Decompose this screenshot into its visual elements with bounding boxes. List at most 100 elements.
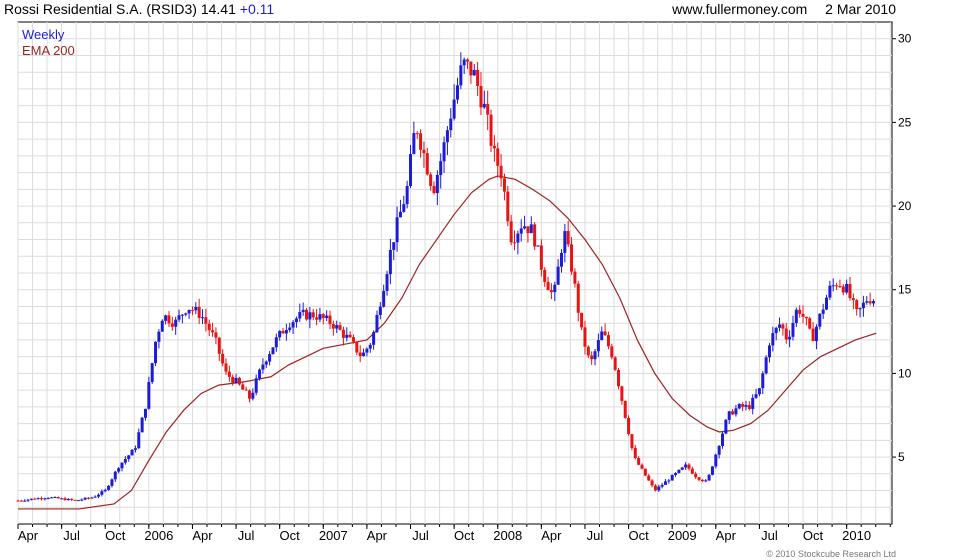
candle-body: [455, 85, 459, 100]
y-tick-label: 10: [898, 366, 912, 380]
x-tick-label: Apr: [367, 528, 388, 543]
candle-body: [375, 314, 379, 333]
candle-body: [237, 377, 241, 385]
candle-body: [261, 364, 265, 370]
candle-body: [660, 484, 664, 487]
candle-body: [247, 390, 251, 399]
candle-body: [143, 408, 147, 418]
legend-ema: EMA 200: [22, 43, 75, 58]
candle-body: [409, 154, 413, 187]
ema-200-line: [18, 175, 877, 510]
candle-body: [325, 315, 329, 319]
candle-body: [573, 271, 577, 284]
candle-body: [831, 285, 835, 287]
candle-body: [794, 309, 798, 323]
candle-body: [16, 500, 20, 502]
candle-body: [73, 499, 77, 501]
candle-body: [53, 497, 57, 499]
candle-body: [529, 224, 533, 234]
candle-body: [479, 85, 483, 108]
candle-body: [341, 329, 345, 338]
price-chart: 5 10 15 20 25 30 Apr Jul Oct 2006 Apr Jul Oct 2007 Apr…: [16, 21, 912, 543]
candle-body: [80, 499, 84, 501]
candle-body: [425, 153, 429, 175]
candle-body: [620, 386, 624, 401]
candle-body: [382, 290, 386, 307]
candle-body: [724, 419, 728, 434]
candle-body: [754, 394, 758, 398]
x-tick-label: Oct: [454, 528, 475, 543]
candle-body: [871, 301, 875, 304]
candle-body: [452, 99, 456, 119]
candle-body: [717, 445, 721, 455]
candle-body: [600, 331, 604, 341]
candle-body: [613, 357, 617, 370]
candle-body: [841, 286, 845, 293]
candle-body: [90, 497, 94, 499]
candle-body: [694, 473, 698, 478]
candle-body: [482, 103, 486, 108]
candle-body: [761, 373, 765, 389]
candle-body: [214, 332, 218, 338]
candle-body: [123, 459, 127, 463]
candle-body: [734, 408, 738, 415]
candle-body: [845, 283, 849, 293]
candle-body: [264, 361, 268, 365]
candle-body: [704, 480, 708, 482]
candle-body: [362, 352, 366, 357]
candle-body: [274, 337, 278, 348]
candle-body: [402, 204, 406, 212]
candle-body: [791, 322, 795, 337]
candle-body: [855, 300, 859, 310]
candle-body: [251, 392, 255, 399]
candle-body: [43, 498, 47, 500]
candle-body: [358, 352, 362, 357]
y-tick-label: 25: [898, 115, 912, 129]
candle-body: [814, 326, 818, 342]
candle-body: [633, 448, 637, 459]
candle-body: [476, 69, 480, 86]
candle-body: [640, 464, 644, 469]
candle-body: [580, 312, 584, 328]
candle-body: [828, 285, 832, 298]
candle-body: [804, 316, 808, 319]
candle-body: [227, 371, 231, 377]
candle-body: [700, 479, 704, 482]
candle-body: [848, 283, 852, 299]
candle-body: [435, 174, 439, 194]
candle-body: [472, 69, 476, 76]
x-tick-label: 2007: [319, 528, 348, 543]
candle-body: [583, 327, 587, 347]
candle-body: [345, 334, 349, 338]
candle-body: [516, 233, 520, 243]
candle-body: [788, 336, 792, 340]
candle-body: [439, 161, 443, 175]
candle-body: [241, 384, 245, 390]
candle-body: [150, 363, 154, 382]
candle-body: [217, 337, 221, 354]
candle-body: [553, 284, 557, 293]
candle-body: [570, 244, 574, 272]
candle-body: [197, 306, 201, 318]
candle-body: [60, 498, 64, 500]
candle-body: [211, 330, 215, 333]
candle-body: [103, 489, 107, 492]
y-tick-label: 30: [898, 32, 912, 46]
candle-body: [677, 469, 681, 473]
x-tick-label: Oct: [280, 528, 301, 543]
candle-body: [858, 308, 862, 310]
candle-body: [449, 118, 453, 131]
x-tick-label: 2008: [493, 528, 522, 543]
legend-weekly: Weekly: [22, 27, 65, 42]
candle-body: [445, 130, 449, 143]
candle-body: [184, 313, 188, 315]
candle-body: [291, 322, 295, 328]
candle-body: [519, 228, 523, 234]
candle-body: [130, 449, 134, 456]
candle-body: [66, 498, 70, 501]
candle-body: [190, 309, 194, 311]
candle-body: [348, 334, 352, 338]
x-tick-label: Oct: [628, 528, 649, 543]
copyright-note: © 2010 Stockcube Research Ltd: [766, 549, 896, 559]
candle-body: [821, 309, 825, 314]
